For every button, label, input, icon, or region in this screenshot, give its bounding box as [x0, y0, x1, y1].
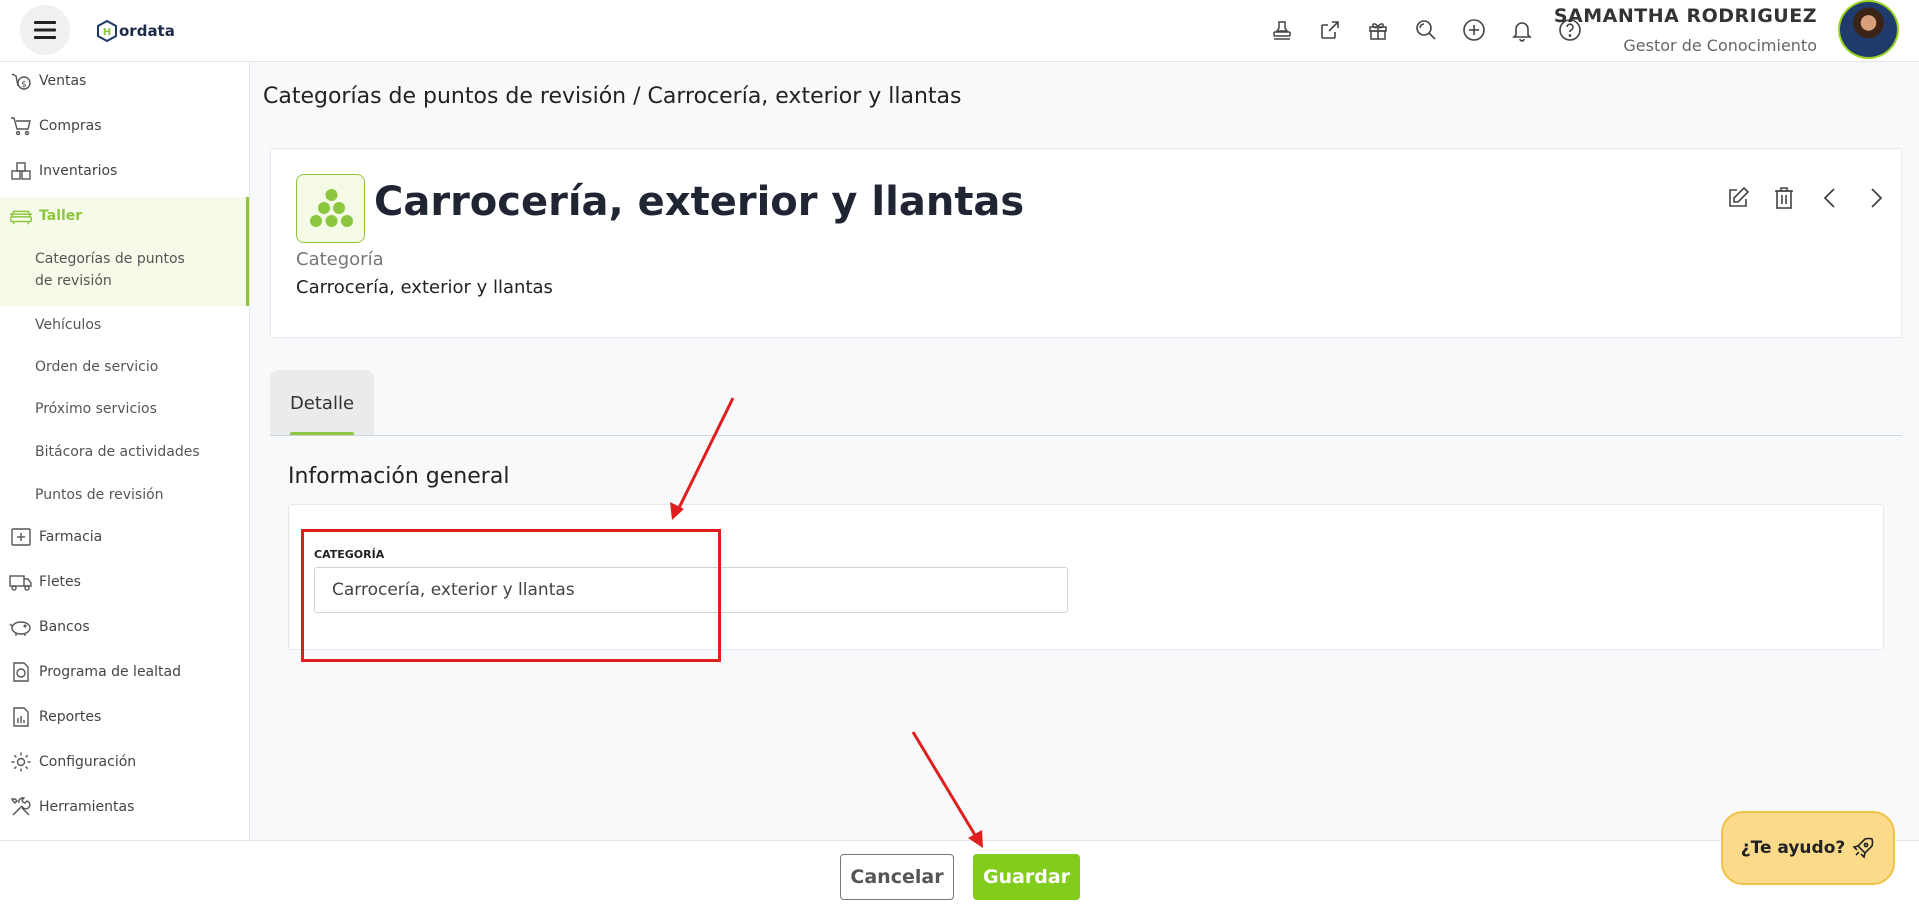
sidebar-item-reportes[interactable]: Reportes — [0, 698, 249, 736]
sidebar-item-taller[interactable]: Taller — [0, 197, 249, 235]
logo[interactable]: H ordata — [97, 20, 175, 42]
sidebar-item-herramientas[interactable]: Herramientas — [0, 788, 249, 826]
edit-icon[interactable] — [1725, 185, 1751, 211]
top-toolbar — [1268, 16, 1584, 44]
sidebar-item-label: Reportes — [39, 709, 102, 725]
sidebar-item-bancos[interactable]: Bancos — [0, 608, 249, 646]
bottom-action-bar: Cancelar Guardar — [0, 840, 1919, 909]
sidebar-item-label: Configuración — [39, 754, 137, 770]
sidebar-item-configuracion[interactable]: Configuración — [0, 743, 249, 781]
loyalty-icon — [9, 660, 33, 684]
sidebar-item-label: Fletes — [39, 574, 81, 590]
category-label: Categoría — [296, 249, 384, 270]
sidebar-subitem-puntos-revision[interactable]: Puntos de revisión — [35, 484, 164, 506]
sidebar-item-ventas[interactable]: $ Ventas — [0, 62, 249, 100]
gift-icon[interactable] — [1364, 16, 1392, 44]
inventory-icon — [9, 159, 33, 183]
sidebar-item-label: Farmacia — [39, 529, 103, 545]
sales-icon: $ — [9, 69, 33, 93]
sidebar-item-fletes[interactable]: Fletes — [0, 563, 249, 601]
sidebar-item-inventarios[interactable]: Inventarios — [0, 152, 249, 190]
hamburger-icon — [34, 21, 56, 39]
tab-detalle[interactable]: Detalle — [270, 370, 374, 436]
sidebar-item-label: Programa de lealtad — [39, 664, 181, 680]
user-name[interactable]: SAMANTHA RODRIGUEZ — [1554, 5, 1817, 27]
pharmacy-icon — [9, 525, 33, 549]
sidebar-subitem-bitacora[interactable]: Bitácora de actividades — [35, 441, 200, 463]
help-button[interactable]: ¿Te ayudo? — [1721, 811, 1895, 885]
top-bar: H ordata SAMANTHA RODRIGUEZ Gestor de Co… — [0, 0, 1919, 62]
logo-text: ordata — [119, 22, 175, 40]
bell-icon[interactable] — [1508, 16, 1536, 44]
svg-text:$: $ — [21, 80, 27, 90]
sidebar-item-label: Compras — [39, 118, 102, 134]
sidebar-item-label: Taller — [39, 208, 83, 224]
sidebar-item-label: Herramientas — [39, 799, 135, 815]
report-icon — [9, 705, 33, 729]
cancel-button[interactable]: Cancelar — [840, 854, 954, 900]
main-content: Categorías de puntos de revisión / Carro… — [250, 62, 1919, 840]
sidebar-subitem-label-line2: de revisión — [35, 273, 112, 289]
trash-icon[interactable] — [1771, 185, 1797, 211]
truck-icon — [9, 570, 33, 594]
car-icon — [9, 204, 33, 228]
sidebar-item-label: Bancos — [39, 619, 90, 635]
sidebar-subitem-vehiculos[interactable]: Vehículos — [35, 314, 101, 336]
sidebar-item-lealtad[interactable]: Programa de lealtad — [0, 653, 249, 691]
stamp-icon[interactable] — [1268, 16, 1296, 44]
sidebar-item-label: Inventarios — [39, 163, 118, 179]
sidebar-item-farmacia[interactable]: Farmacia — [0, 518, 249, 556]
help-button-label: ¿Te ayudo? — [1740, 838, 1846, 858]
sidebar-subitem-categorias[interactable]: Categorías de puntos de revisión — [35, 248, 185, 292]
sidebar-item-label: Ventas — [39, 73, 87, 89]
sidebar: $ Ventas Compras Inventarios Taller Cate… — [0, 62, 250, 840]
category-value: Carrocería, exterior y llantas — [296, 277, 553, 298]
record-header-card: Carrocería, exterior y llantas Categoría… — [270, 148, 1902, 338]
user-role: Gestor de Conocimiento — [1623, 36, 1817, 55]
add-circle-icon[interactable] — [1460, 16, 1488, 44]
record-actions — [1725, 185, 1889, 211]
external-link-icon[interactable] — [1316, 16, 1344, 44]
gear-icon — [9, 750, 33, 774]
cart-icon — [9, 114, 33, 138]
record-title: Carrocería, exterior y llantas — [374, 179, 1025, 225]
piggy-bank-icon — [9, 615, 33, 639]
tools-icon — [9, 795, 33, 819]
sidebar-subitem-proximo-servicios[interactable]: Próximo servicios — [35, 398, 157, 420]
chevron-left-icon[interactable] — [1817, 185, 1843, 211]
annotation-highlight-box — [301, 529, 721, 662]
category-dots-icon — [296, 174, 365, 243]
hamburger-menu-button[interactable] — [20, 5, 70, 55]
sidebar-subitem-orden-servicio[interactable]: Orden de servicio — [35, 356, 158, 378]
chevron-right-icon[interactable] — [1863, 185, 1889, 211]
rocket-icon — [1852, 837, 1874, 859]
avatar[interactable] — [1838, 0, 1899, 59]
sidebar-subitem-label-line1: Categorías de puntos — [35, 251, 185, 267]
svg-text:H: H — [103, 27, 111, 38]
breadcrumb: Categorías de puntos de revisión / Carro… — [263, 84, 962, 109]
logo-hexagon-icon: H — [97, 20, 117, 42]
tab-divider — [270, 435, 1902, 436]
search-zoom-icon[interactable] — [1412, 16, 1440, 44]
sidebar-item-compras[interactable]: Compras — [0, 107, 249, 145]
section-title: Información general — [288, 464, 510, 489]
save-button[interactable]: Guardar — [973, 854, 1080, 900]
